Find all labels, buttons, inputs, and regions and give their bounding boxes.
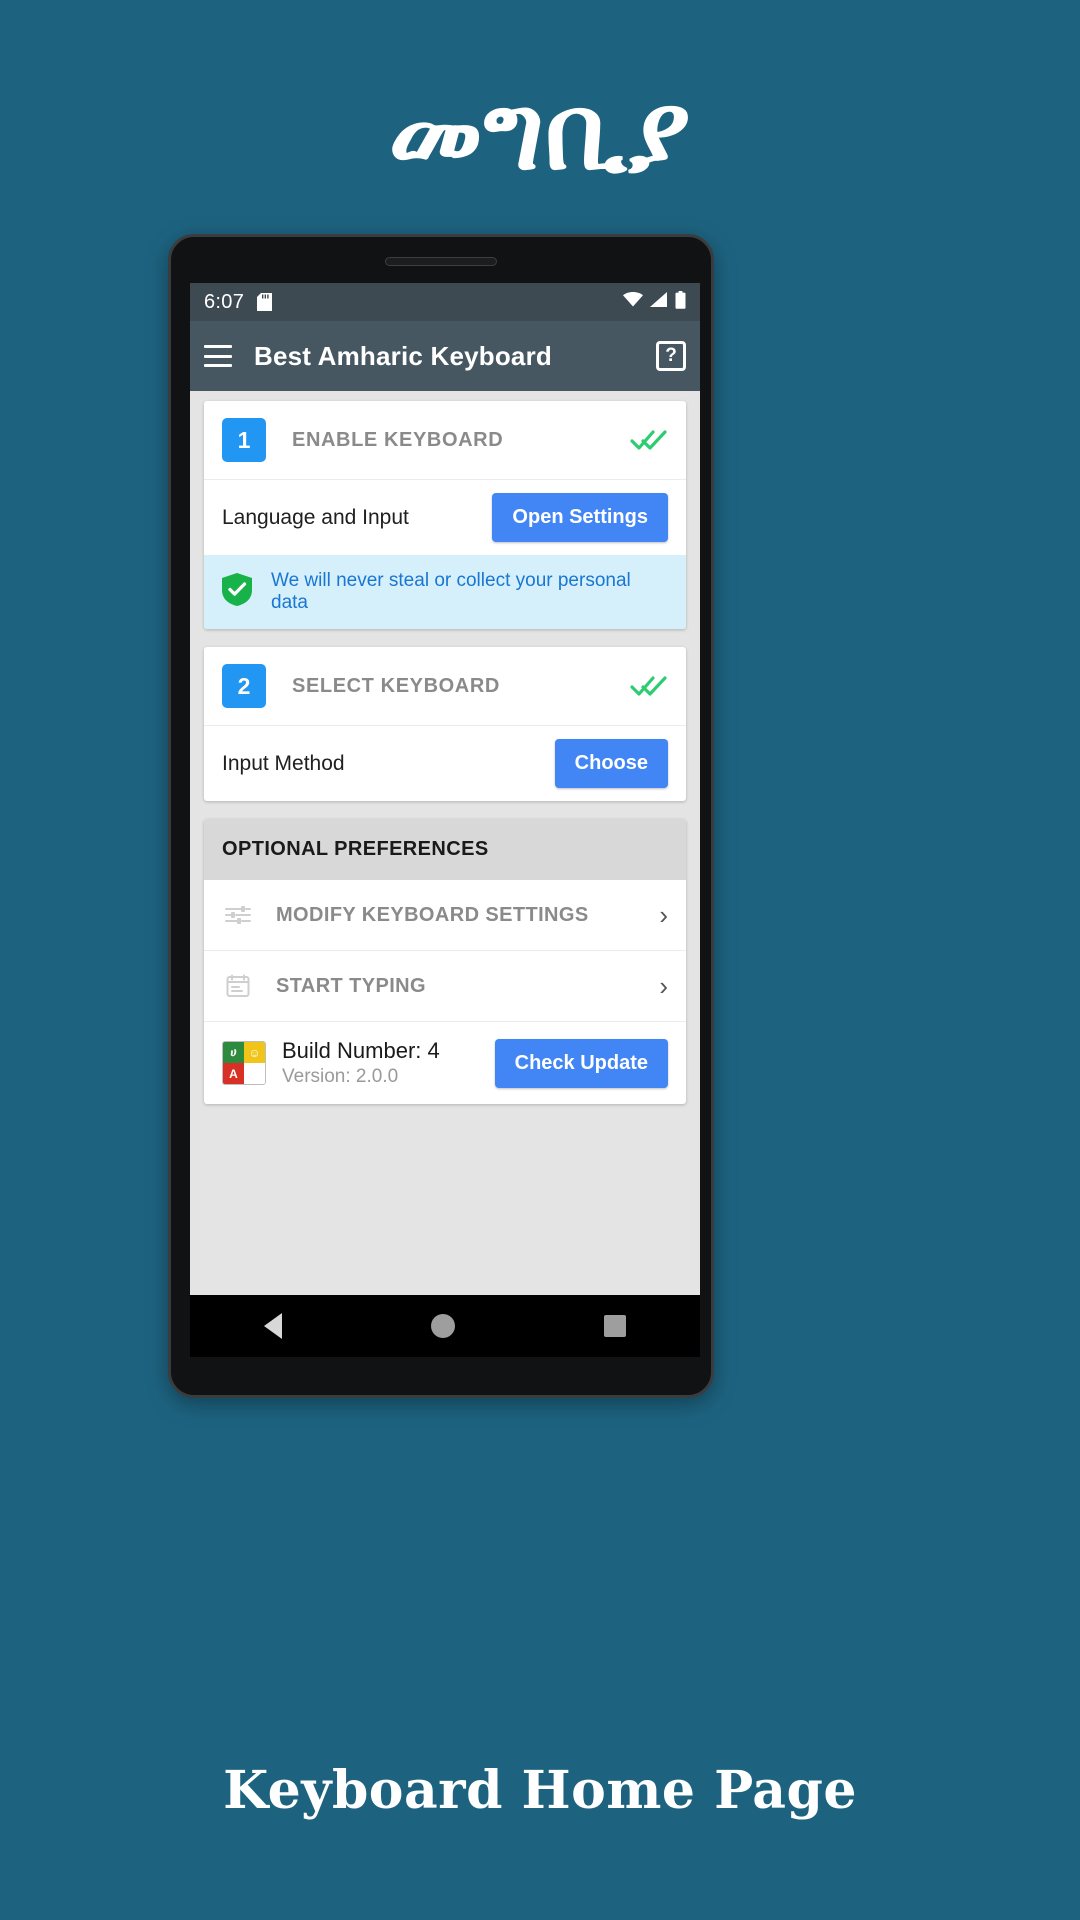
step-2-number: 2 [222,664,266,708]
privacy-text: We will never steal or collect your pers… [271,570,631,613]
note-typing-icon [222,974,254,998]
optional-preferences-card: OPTIONAL PREFERENCES MODIFY KEYBOARD SET… [204,819,686,1104]
hamburger-menu-icon[interactable] [204,345,232,367]
battery-icon [675,290,686,314]
step-2-header: 2 SELECT KEYBOARD [204,647,686,726]
language-input-row: Language and Input Open Settings [204,480,686,555]
input-method-row: Input Method Choose [204,726,686,801]
chevron-right-icon: › [659,971,668,1001]
home-circle-icon[interactable] [430,1314,455,1338]
double-check-icon [630,428,668,452]
poster-headline: መግቢያ [388,75,692,191]
build-info-row: ሀ ☺ A ⇩ Build Number: 4 Version: 2.0.0 Chec… [204,1022,686,1104]
input-method-label: Input Method [222,751,345,775]
version-number: Version: 2.0.0 [282,1066,399,1087]
pref-label-start-typing: START TYPING [276,974,426,997]
step-1-number: 1 [222,418,266,462]
app-bar-title: Best Amharic Keyboard [254,340,552,371]
pref-row-modify-keyboard-settings[interactable]: MODIFY KEYBOARD SETTINGS › [204,880,686,951]
chevron-right-icon: › [659,900,668,930]
phone-screen: 6:07 Best Amharic Keyboard ? 1 ENABLE KE… [190,283,700,1295]
cellular-signal-icon [650,292,668,312]
step-card-2: 2 SELECT KEYBOARD Input Method Choose [204,647,686,801]
pref-row-start-typing[interactable]: START TYPING › [204,951,686,1022]
language-input-label: Language and Input [222,505,409,529]
status-bar-icons [623,290,686,314]
recents-square-icon[interactable] [603,1315,626,1337]
screen-content: 1 ENABLE KEYBOARD Language and Input Ope… [190,391,700,1104]
status-bar-time: 6:07 [204,290,245,313]
choose-button[interactable]: Choose [554,739,668,788]
phone-mockup: 6:07 Best Amharic Keyboard ? 1 ENABLE KE… [168,234,714,1398]
green-shield-check-icon [222,573,252,611]
amharic-keyboard-app-icon: ሀ ☺ A ⇩ [222,1041,266,1085]
sd-card-icon [257,293,273,311]
back-triangle-icon[interactable] [264,1313,283,1339]
build-number: Build Number: 4 [282,1038,440,1063]
step-1-header: 1 ENABLE KEYBOARD [204,401,686,480]
build-text: Build Number: 4 Version: 2.0.0 [282,1038,440,1088]
poster-caption: Keyboard Home Page [223,1760,857,1821]
wifi-icon [623,292,643,312]
open-settings-button[interactable]: Open Settings [492,493,668,542]
check-update-button[interactable]: Check Update [494,1038,668,1088]
android-navigation-bar [190,1295,700,1357]
poster-root: መግቢያ 6:07 Best Amharic Keyboard ? 1 ENAB… [0,0,1080,1920]
app-bar: Best Amharic Keyboard ? [190,321,700,391]
sliders-settings-icon [222,904,254,926]
status-bar: 6:07 [190,283,700,321]
pref-label-modify-keyboard-settings: MODIFY KEYBOARD SETTINGS [276,903,589,926]
earpiece-speaker [385,257,497,266]
double-check-icon [630,674,668,698]
help-button[interactable]: ? [656,341,686,371]
step-1-title: ENABLE KEYBOARD [292,428,504,451]
step-2-title: SELECT KEYBOARD [292,674,500,697]
optional-preferences-header: OPTIONAL PREFERENCES [204,819,686,880]
step-card-1: 1 ENABLE KEYBOARD Language and Input Ope… [204,401,686,629]
privacy-banner: We will never steal or collect your pers… [204,555,686,629]
